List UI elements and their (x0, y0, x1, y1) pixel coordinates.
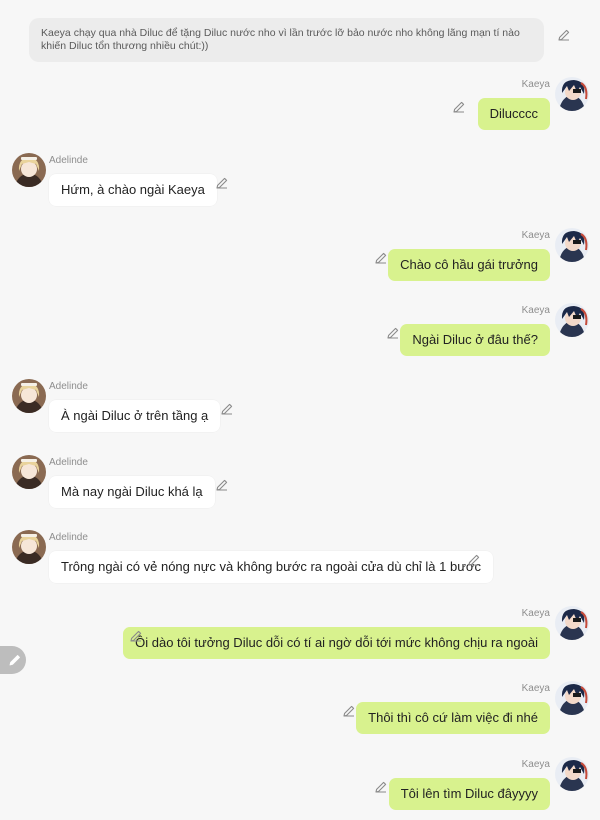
pencil-icon (343, 705, 355, 717)
message-bubble[interactable]: Hứm, à chào ngài Kaeya (49, 174, 217, 206)
sender-name: Adelinde (49, 532, 88, 543)
sender-name: Kaeya (521, 759, 550, 770)
pencil-icon (130, 630, 142, 642)
edit-message-button[interactable] (467, 553, 481, 567)
edit-message-button[interactable] (342, 704, 356, 718)
pencil-icon (375, 781, 387, 793)
narration-text: Kaeya chạy qua nhà Diluc để tặng Diluc n… (41, 27, 520, 52)
narration-box: Kaeya chạy qua nhà Diluc để tặng Diluc n… (29, 18, 544, 62)
sender-name: Kaeya (521, 305, 550, 316)
edit-message-button[interactable] (374, 780, 388, 794)
sender-name: Adelinde (49, 155, 88, 166)
sender-name: Kaeya (521, 683, 550, 694)
message-bubble[interactable]: Mà nay ngài Diluc khá lạ (49, 476, 215, 508)
message-bubble[interactable]: Tôi lên tìm Diluc đâyyyy (388, 778, 550, 810)
pencil-icon (387, 327, 399, 339)
avatar[interactable] (555, 77, 589, 111)
pencil-icon (216, 177, 228, 189)
avatar[interactable] (555, 303, 589, 337)
edit-message-button[interactable] (215, 176, 229, 190)
pencil-icon (9, 655, 20, 666)
avatar[interactable] (555, 228, 589, 262)
edit-message-button[interactable] (452, 100, 466, 114)
edit-message-button[interactable] (386, 326, 400, 340)
edit-narration-button[interactable] (557, 28, 571, 42)
message-bubble[interactable]: Ngài Diluc ở đâu thế? (400, 324, 550, 356)
pencil-icon (558, 29, 570, 41)
message-bubble[interactable]: Thôi thì cô cứ làm việc đi nhé (356, 702, 550, 734)
message-bubble[interactable]: Chào cô hầu gái trưởng (388, 249, 550, 281)
pencil-icon (216, 479, 228, 491)
avatar[interactable] (12, 530, 46, 564)
avatar[interactable] (555, 757, 589, 791)
sender-name: Adelinde (49, 457, 88, 468)
edit-message-button[interactable] (215, 478, 229, 492)
edit-message-button[interactable] (374, 251, 388, 265)
edit-fab-button[interactable] (0, 646, 26, 674)
pencil-icon (375, 252, 387, 264)
pencil-icon (468, 554, 480, 566)
sender-name: Kaeya (521, 608, 550, 619)
avatar[interactable] (555, 606, 589, 640)
pencil-icon (221, 403, 233, 415)
avatar[interactable] (12, 153, 46, 187)
avatar[interactable] (555, 681, 589, 715)
message-bubble[interactable]: Dilucccc (477, 98, 550, 130)
edit-message-button[interactable] (220, 402, 234, 416)
sender-name: Kaeya (521, 230, 550, 241)
edit-message-button[interactable] (129, 629, 143, 643)
message-bubble[interactable]: À ngài Diluc ở trên tầng ạ (49, 400, 221, 432)
message-bubble[interactable]: Trông ngài có vẻ nóng nực và không bước … (49, 551, 493, 583)
sender-name: Kaeya (521, 79, 550, 90)
sender-name: Adelinde (49, 381, 88, 392)
avatar[interactable] (12, 379, 46, 413)
message-bubble[interactable]: Ôi dào tôi tưởng Diluc dỗi có tí ai ngờ … (123, 627, 550, 659)
avatar[interactable] (12, 455, 46, 489)
pencil-icon (453, 101, 465, 113)
